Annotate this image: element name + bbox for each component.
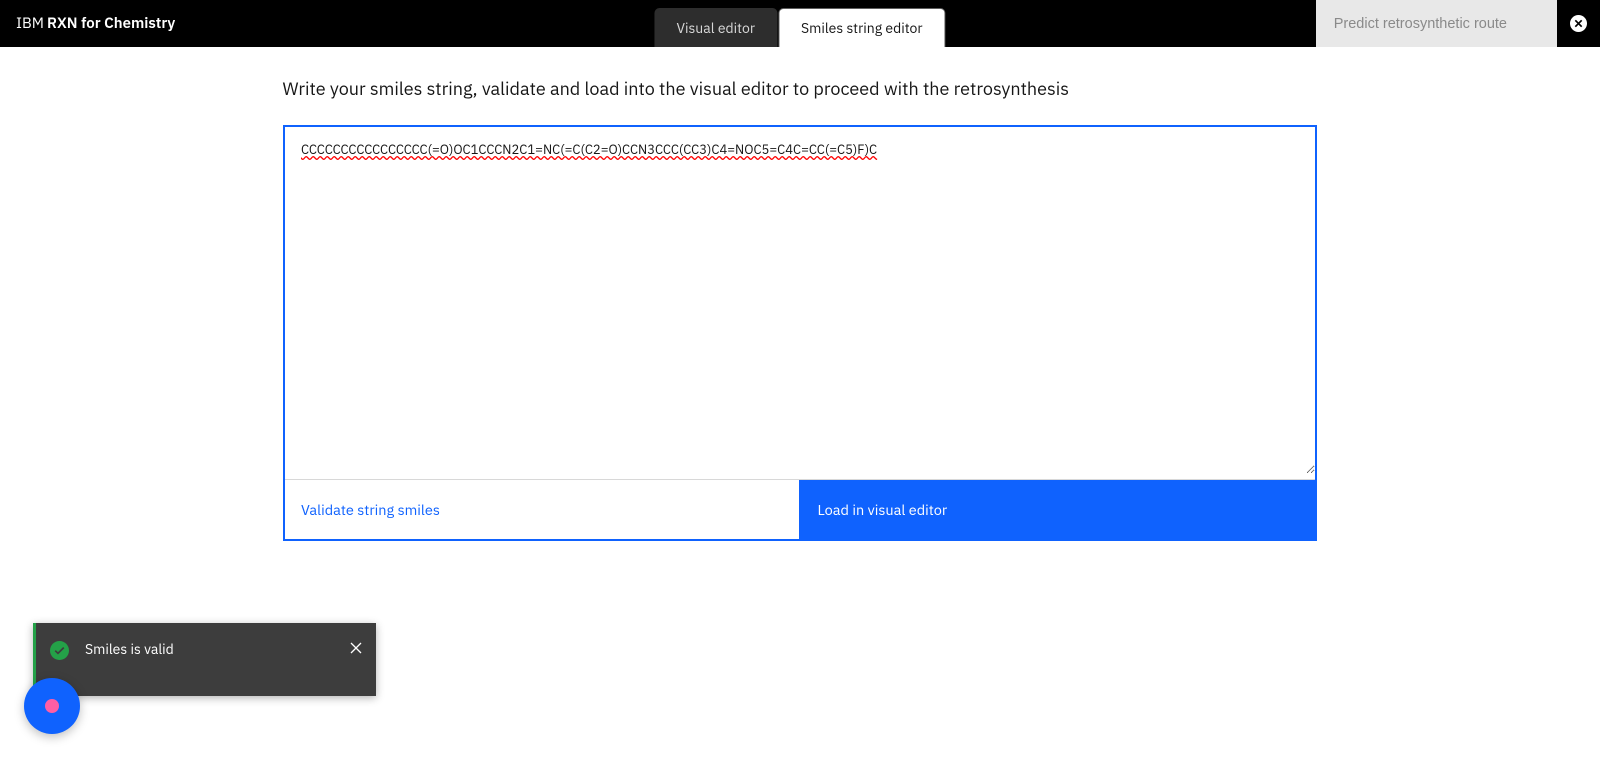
tab-visual-editor-label: Visual editor xyxy=(676,19,755,37)
editor-buttons-row: Validate string smiles Load in visual ed… xyxy=(285,480,1315,539)
validate-button-label: Validate string smiles xyxy=(301,500,440,519)
tab-visual-editor[interactable]: Visual editor xyxy=(654,8,777,47)
smiles-input[interactable] xyxy=(285,127,1315,474)
main-content: Write your smiles string, validate and l… xyxy=(0,47,1600,541)
toast-close-button[interactable] xyxy=(350,642,362,657)
predict-button-label: Predict retrosynthetic route xyxy=(1334,16,1507,32)
logo-brand-rxn: RXN for Chemistry xyxy=(47,14,175,33)
close-icon xyxy=(350,642,362,654)
load-button-label: Load in visual editor xyxy=(818,500,948,519)
smiles-textarea-wrap xyxy=(285,127,1315,480)
editor-tabs: Visual editor Smiles string editor xyxy=(654,0,945,47)
instruction-text: Write your smiles string, validate and l… xyxy=(283,77,1317,100)
smiles-editor-container: Validate string smiles Load in visual ed… xyxy=(283,125,1317,541)
validation-toast: Smiles is valid xyxy=(33,623,376,696)
app-header: IBM RXN for Chemistry Visual editor Smil… xyxy=(0,0,1600,47)
app-logo: IBM RXN for Chemistry xyxy=(16,14,175,33)
help-fab-button[interactable] xyxy=(24,678,80,734)
close-filled-icon xyxy=(1570,15,1587,32)
tab-smiles-editor[interactable]: Smiles string editor xyxy=(778,8,946,47)
tab-smiles-editor-label: Smiles string editor xyxy=(801,19,923,37)
toast-message-text: Smiles is valid xyxy=(85,640,350,658)
load-visual-editor-button[interactable]: Load in visual editor xyxy=(799,480,1316,539)
check-circle-icon xyxy=(50,641,69,665)
validate-smiles-button[interactable]: Validate string smiles xyxy=(285,480,799,539)
fab-indicator-icon xyxy=(45,699,59,713)
predict-retrosynthetic-button[interactable]: Predict retrosynthetic route xyxy=(1316,0,1557,47)
logo-brand-ibm: IBM xyxy=(16,14,44,33)
close-button[interactable] xyxy=(1557,0,1600,47)
